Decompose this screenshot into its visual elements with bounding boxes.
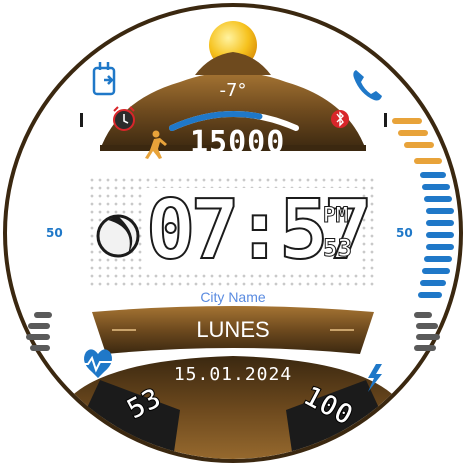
right-side-label: 50 (396, 226, 413, 240)
steps-count[interactable]: 15000 (190, 128, 285, 158)
tick-right (384, 113, 387, 127)
bluetooth-icon (331, 110, 349, 128)
left-side-label: 50 (46, 226, 63, 240)
moon-phase-icon (96, 214, 140, 258)
date-label[interactable]: 15.01.2024 (0, 366, 466, 384)
seconds-label: 53 (323, 234, 353, 262)
temperature-text: -7° (219, 80, 247, 101)
ampm-label: PM (322, 203, 349, 227)
tick-left (80, 113, 83, 127)
weekday-label: LUNES (196, 317, 270, 342)
city-name: City Name (200, 289, 266, 305)
